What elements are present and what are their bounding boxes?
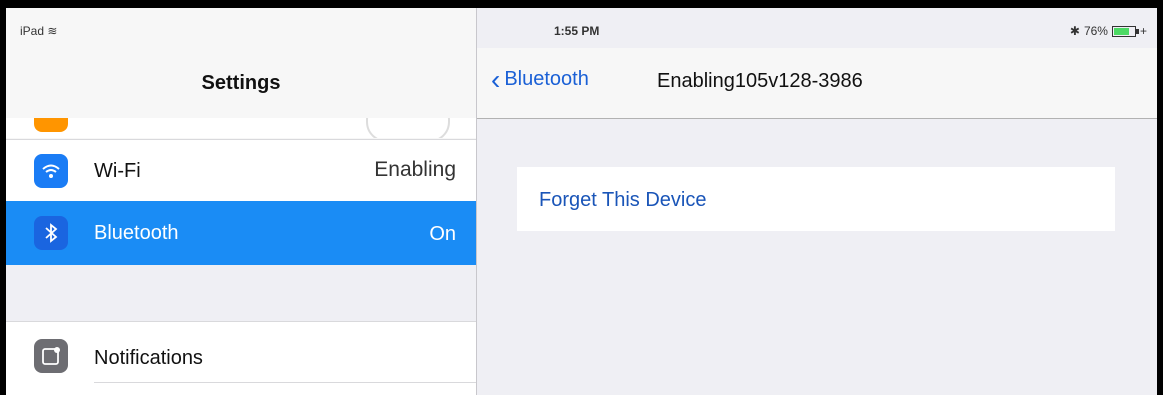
ipad-screen: Settings Wi-Fi Enabling Bluetooth On Not…	[6, 8, 1157, 395]
status-right: ✱ 76% +	[1070, 24, 1147, 38]
forget-device-label: Forget This Device	[539, 189, 707, 211]
sidebar-title: Settings	[201, 72, 281, 94]
sidebar-item-partial[interactable]	[6, 118, 476, 138]
sidebar-item-wifi[interactable]: Wi-Fi Enabling	[6, 139, 476, 202]
charging-icon: +	[1139, 24, 1147, 38]
page-title: Enabling105v128-3986	[657, 70, 863, 92]
app-icon	[34, 118, 68, 132]
wifi-signal-icon: ≋	[47, 24, 58, 38]
notifications-icon	[34, 339, 68, 373]
battery-percent: 76%	[1083, 24, 1108, 38]
sidebar-item-label: Wi-Fi	[94, 160, 141, 182]
toggle-switch[interactable]	[366, 118, 450, 138]
back-button[interactable]: ‹ Bluetooth	[491, 63, 589, 95]
sidebar-item-value: On	[429, 223, 456, 245]
sidebar-item-label: Bluetooth	[94, 222, 179, 244]
back-label: Bluetooth	[504, 68, 589, 90]
forget-device-button[interactable]: Forget This Device	[517, 167, 1115, 231]
detail-nav-bar: ‹ Bluetooth Enabling105v128-3986	[477, 48, 1157, 119]
section-gap	[6, 265, 476, 321]
status-time: 1:55 PM	[554, 24, 600, 38]
sidebar-item-bluetooth[interactable]: Bluetooth On	[6, 201, 476, 265]
divider	[94, 382, 476, 383]
bluetooth-status-icon: ✱	[1069, 24, 1080, 38]
sidebar-header: Settings	[6, 48, 476, 119]
sidebar-item-notifications[interactable]: Notifications	[6, 321, 476, 395]
status-bar: iPad ≋ 1:55 PM ✱ 76% +	[6, 8, 1157, 48]
detail-content: Forget This Device	[477, 119, 1157, 395]
bluetooth-icon	[34, 216, 68, 250]
status-device: iPad ≋	[20, 24, 57, 38]
wifi-icon	[34, 154, 68, 188]
device-name: iPad	[20, 24, 45, 38]
sidebar-item-value: Enabling	[374, 158, 456, 181]
battery-icon	[1111, 25, 1139, 37]
sidebar-item-label: Notifications	[94, 347, 203, 369]
settings-sidebar: Settings Wi-Fi Enabling Bluetooth On Not…	[6, 8, 477, 395]
chevron-left-icon: ‹	[491, 63, 501, 95]
